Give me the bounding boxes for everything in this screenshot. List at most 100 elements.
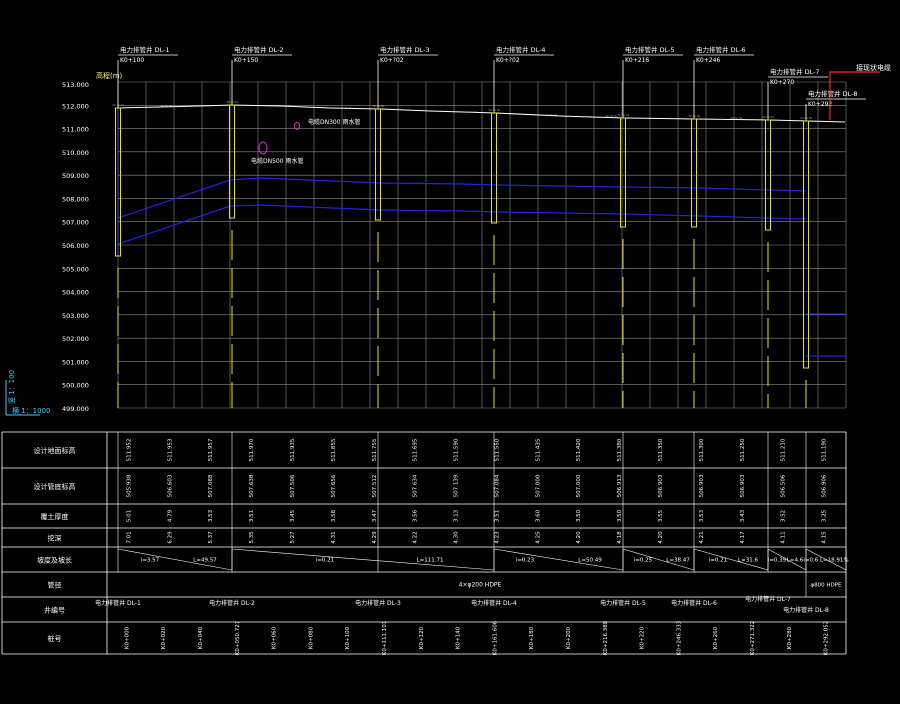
design-ground-elev: 511.755 — [372, 438, 378, 461]
pipe-bottom-line — [117, 204, 807, 245]
slope-label: L=50.49 — [578, 558, 602, 564]
cover-depth: 3.60 — [535, 509, 541, 522]
ground-hatch: ~~~ — [730, 116, 743, 122]
dig-depth: 4.30 — [454, 531, 460, 544]
well-number: 电力排管井 DL-2 — [209, 599, 255, 607]
design-ground-elev: 511.190 — [822, 438, 828, 461]
elevation-label: 507.000 — [62, 219, 89, 227]
ground-hatch: ~~~ — [190, 104, 203, 110]
design-invert-elev: 507.000 — [576, 474, 582, 497]
well-station: K0+?02 — [380, 57, 404, 64]
ground-hatch: ~~~ — [372, 104, 385, 110]
design-invert-elev: 507.638 — [249, 474, 255, 497]
slope-diagonal — [493, 548, 624, 571]
pipe-annotation-1: 电缆DN300 雨水管 — [308, 118, 360, 126]
table-row-label: 管径 — [48, 581, 62, 590]
design-ground-elev: 511.695 — [413, 438, 419, 461]
elevation-label: 504.000 — [62, 289, 89, 297]
station-value: K0+260 — [713, 626, 719, 649]
cover-depth: 3.51 — [494, 510, 500, 522]
elevation-label: 499.000 — [62, 405, 89, 413]
slope-label: i=0.6 L=18.91% — [803, 558, 848, 564]
well-4: 电力排管井 DL-4 K0+?02 ~~~ — [488, 45, 554, 408]
slope-label: L=31.6 — [738, 558, 758, 564]
station-value: K0+050.727 — [235, 620, 241, 655]
elevation-label: 512.000 — [62, 102, 89, 110]
design-ground-elev: 511.957 — [208, 438, 214, 461]
table-row-label: 覆土厚度 — [41, 512, 69, 521]
cover-depth: 3.58 — [331, 509, 337, 522]
station-value: K0+180 — [529, 626, 535, 649]
design-invert-elev: 506.603 — [167, 474, 173, 497]
ground-hatch: ~~~ — [762, 115, 775, 121]
design-invert-elev: 507.000 — [535, 474, 541, 497]
ground-hatch: ~~~ — [160, 104, 173, 110]
station-value: K0+120 — [419, 626, 425, 649]
dig-depth: 4.11 — [781, 531, 787, 543]
elevation-label: 501.000 — [62, 358, 89, 366]
well-number: 电力排管井 DL-5 — [600, 599, 646, 607]
cover-depth: 3.45 — [290, 509, 296, 522]
dig-depth: 5.35 — [249, 531, 255, 544]
design-invert-elev: 507.084 — [494, 474, 500, 497]
station-value: K0+111.101 — [382, 621, 388, 655]
dig-depth: 4.20 — [576, 531, 582, 544]
well-shaft — [691, 118, 697, 228]
design-ground-elev: 511.350 — [658, 438, 664, 461]
well-shaft — [803, 120, 809, 369]
slope-label: L=49.57 — [193, 558, 217, 564]
profile-table: 设计地面标高设计管底标高覆土厚度挖深坡度及坡长管径井编号桩号 511.952 511… — [1, 431, 849, 655]
well-label: 电力排管井 DL-7 — [770, 67, 820, 76]
station-value: K0+280 — [787, 626, 793, 649]
elevation-label: 511.000 — [62, 126, 89, 134]
well-label: 电力排管井 DL-6 — [696, 45, 746, 54]
profile-drawing: 513.000 512.000 511.000 510.000 509.000 508.0… — [0, 0, 900, 700]
table-row-label: 桩号 — [48, 634, 62, 643]
elevation-label: 509.000 — [62, 172, 89, 180]
slope-label: i=0.25 — [634, 558, 653, 564]
design-invert-elev: 507.139 — [454, 474, 460, 497]
design-invert-elev: 505.938 — [126, 474, 132, 497]
pipe-top-line — [117, 177, 807, 219]
elevation-label: 502.000 — [62, 335, 89, 343]
well-station: K0+216 — [625, 57, 649, 64]
cover-depth: 3.56 — [413, 509, 419, 522]
dig-depth: 4.21 — [699, 531, 705, 543]
cover-depth: 3.50 — [617, 509, 623, 522]
slope-label: i=0.39 — [768, 558, 787, 564]
cover-depth: 3.13 — [454, 509, 460, 522]
elevation-label: 508.000 — [62, 195, 89, 203]
pipe-size-2: φ800 HDPE — [810, 583, 842, 589]
well-label: 电力排管井 DL-8 — [808, 89, 858, 98]
well-station: K0+270 — [770, 79, 794, 86]
design-ground-elev: 511.435 — [535, 438, 541, 461]
station-value: K0+246.333 — [676, 620, 682, 655]
dig-depth: 4.15 — [822, 531, 828, 544]
cover-depth: 3.50 — [576, 509, 582, 522]
dig-depth: 4.17 — [740, 531, 746, 544]
cover-depth: 3.52 — [781, 510, 787, 522]
cover-depth: 3.51 — [249, 510, 255, 522]
ground-hatch: ~~~ — [280, 104, 293, 110]
dig-depth: 4.29 — [372, 531, 378, 544]
well-label: 电力排管井 DL-5 — [625, 45, 675, 54]
crossing-pipe-1 — [258, 141, 268, 155]
elevation-label: 513.000 — [62, 81, 89, 89]
elevation-label: 503.000 — [62, 312, 89, 320]
cover-depth: 3.53 — [208, 509, 214, 522]
elevation-label: 505.000 — [62, 265, 89, 273]
well-label: 电力排管井 DL-3 — [380, 45, 430, 54]
design-ground-elev: 511.855 — [331, 438, 337, 461]
design-invert-elev: 507.506 — [290, 474, 296, 497]
station-value: K0+200 — [566, 626, 572, 649]
well-8: 电力排管井 DL-8 K0+292 ~~~ — [800, 89, 866, 408]
cover-depth: 3.43 — [740, 509, 746, 522]
table-row-label: 挖深 — [48, 534, 62, 543]
station-value: K0+220 — [640, 626, 646, 649]
design-ground-elev: 511.380 — [617, 438, 623, 461]
station-value: K0+100 — [345, 626, 351, 649]
slope-diagonal — [231, 548, 495, 571]
dig-depth: 6.29 — [167, 531, 173, 544]
table-row-label: 设计地面标高 — [34, 446, 76, 455]
well-shaft — [620, 117, 626, 228]
